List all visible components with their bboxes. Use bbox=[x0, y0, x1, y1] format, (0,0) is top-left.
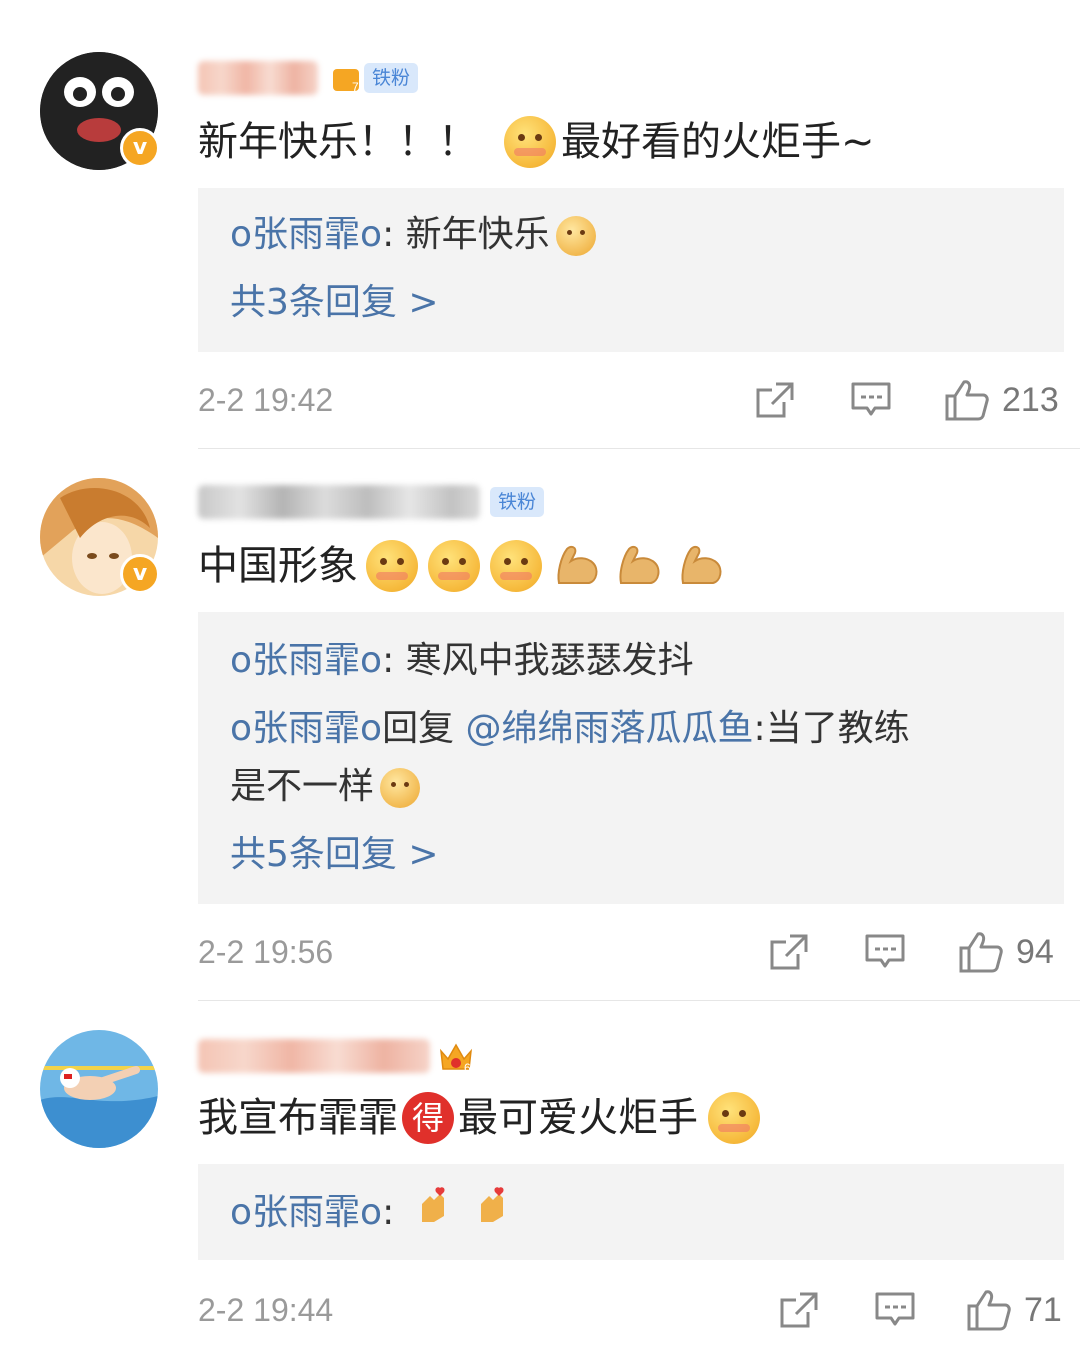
heart-hug-emoji-icon bbox=[708, 1092, 760, 1144]
blurred-username[interactable] bbox=[198, 1039, 430, 1073]
comment-text: 我宣布霏霏 得 最可爱火炬手 bbox=[198, 1090, 765, 1146]
comment-text-part2: 最可爱火炬手 bbox=[458, 1095, 698, 1141]
avatar[interactable] bbox=[40, 1030, 158, 1148]
finger-heart-icon bbox=[414, 1186, 454, 1242]
comment-item: 6 我宣布霏霏 得 最可爱火炬手 o张雨霏o: 2-2 19:44 71 bbox=[0, 0, 1080, 1356]
reply-line: o张雨霏o: bbox=[230, 1186, 1034, 1242]
reply-box[interactable]: o张雨霏o: bbox=[198, 1164, 1064, 1260]
like-button[interactable]: 71 bbox=[966, 1288, 1062, 1332]
comment-text-part1: 我宣布霏霏 bbox=[198, 1095, 398, 1141]
share-icon bbox=[780, 1292, 818, 1328]
share-button[interactable] bbox=[778, 1288, 820, 1332]
timestamp: 2-2 19:44 bbox=[198, 1292, 334, 1328]
comment-icon bbox=[875, 1292, 915, 1326]
avatar-image bbox=[40, 1030, 158, 1148]
like-icon bbox=[967, 1290, 1011, 1331]
finger-heart-icon bbox=[473, 1186, 513, 1242]
swimmer-avatar-icon bbox=[40, 1030, 158, 1148]
crown-level-icon: 6 bbox=[438, 1039, 474, 1075]
comment-button[interactable] bbox=[874, 1288, 916, 1332]
like-count: 71 bbox=[1024, 1290, 1062, 1329]
reply-author[interactable]: o张雨霏o bbox=[230, 1192, 382, 1233]
crown-level-number: 6 bbox=[464, 1061, 471, 1073]
de-character-badge: 得 bbox=[402, 1092, 454, 1144]
username-row: 6 bbox=[198, 1036, 474, 1076]
reply-separator: : bbox=[382, 1192, 395, 1233]
